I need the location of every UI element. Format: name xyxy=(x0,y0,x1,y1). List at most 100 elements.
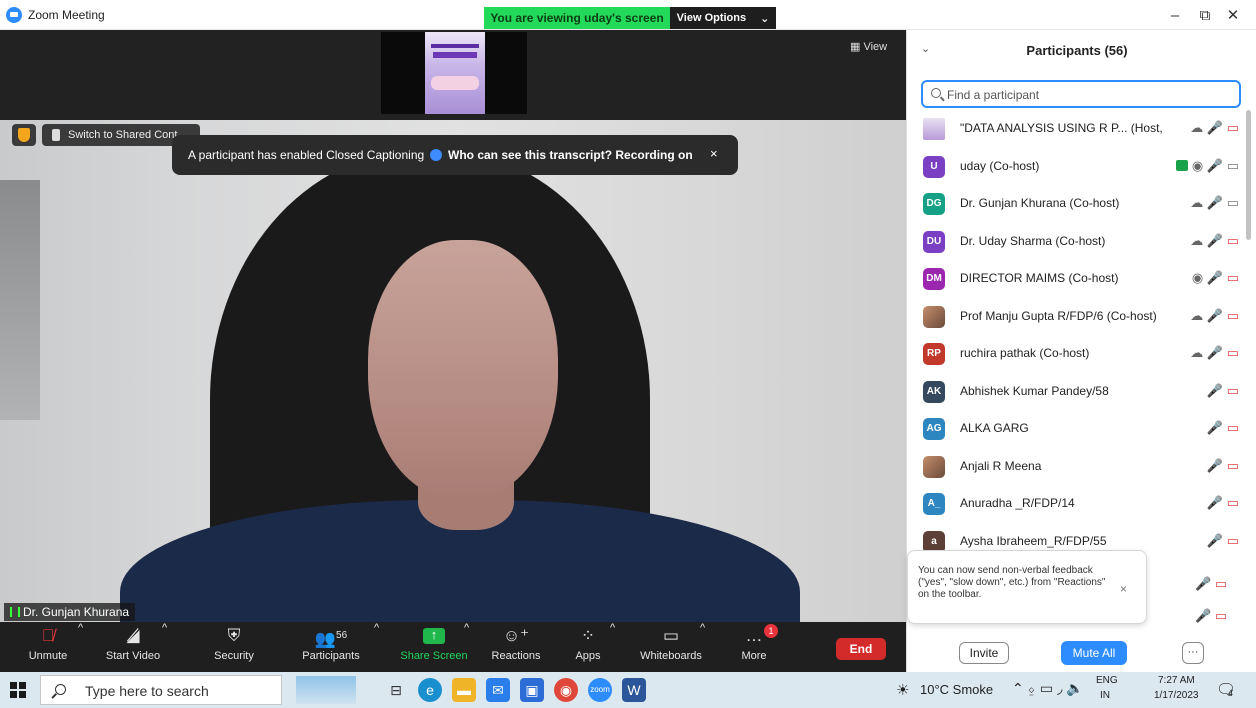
cc-close-button[interactable]: × xyxy=(710,146,718,161)
shared-screen-thumbnail[interactable] xyxy=(381,32,527,114)
avatar: AK xyxy=(923,380,945,403)
restore-button[interactable]: ⧉ xyxy=(1190,6,1220,26)
mic-muted-icon: 🎤 xyxy=(1206,532,1224,548)
clock-date[interactable]: 1/17/2023 xyxy=(1154,690,1199,708)
participant-row[interactable]: RP ruchira pathak (Co-host) ☁ 🎤 ▭ xyxy=(907,335,1247,373)
participant-search[interactable] xyxy=(921,80,1241,108)
chrome-icon[interactable]: ◉ xyxy=(554,678,578,702)
tray-icons[interactable]: ⌃ ⍚ ▭ ◞ 🔈 xyxy=(1012,680,1084,708)
participant-row[interactable]: AG ALKA GARG 🎤 ▭ xyxy=(907,410,1247,448)
chevron-down-icon: ⌄ xyxy=(760,12,770,25)
transcript-info-link[interactable]: Who can see this transcript? Recording o… xyxy=(430,148,693,162)
mail-icon[interactable]: ✉ xyxy=(486,678,510,702)
file-explorer-icon[interactable]: ▬ xyxy=(452,678,476,702)
minimize-button[interactable]: – xyxy=(1160,6,1190,26)
taskbar-search-input[interactable] xyxy=(85,682,275,700)
participant-status-icons: ☁ 🎤 ▭ xyxy=(1190,308,1239,324)
weather-icon: ☀ xyxy=(896,682,910,699)
windows-start-icon[interactable] xyxy=(10,682,26,698)
panel-footer: Invite Mute All ··· xyxy=(907,630,1256,672)
panel-more-button[interactable]: ··· xyxy=(1182,642,1204,664)
start-video-button[interactable]: ◢̸ Start Video xyxy=(100,622,166,672)
speaker-name: Dr. Gunjan Khurana xyxy=(23,605,130,619)
share-options-caret[interactable]: ^ xyxy=(464,622,469,672)
notification-icon[interactable]: 🗨 xyxy=(1216,680,1236,708)
end-meeting-button[interactable]: End xyxy=(836,638,886,660)
participant-status-icons: 🎤 ▭ xyxy=(1207,383,1239,399)
mic-muted-icon: 🎤 xyxy=(1195,608,1212,623)
mic-muted-icon: 🎤 xyxy=(1206,420,1224,435)
participant-name: ruchira pathak (Co-host) xyxy=(960,346,1090,360)
title-bar: Zoom Meeting You are viewing uday's scre… xyxy=(0,0,1256,30)
meeting-control-bar: 🎙̸ Unmute ^ ◢̸ Start Video ^ ⛨ Security … xyxy=(0,622,906,672)
mic-muted-icon: 🎤 xyxy=(1206,157,1224,173)
weather-text[interactable]: 10°C Smoke xyxy=(920,682,993,708)
participant-status-icons: ☁ 🎤 ▭ xyxy=(1190,120,1239,136)
invite-button[interactable]: Invite xyxy=(959,642,1009,664)
whiteboards-button[interactable]: ▭ Whiteboards xyxy=(636,622,706,672)
participants-caret[interactable]: ^ xyxy=(374,622,379,672)
participant-row[interactable]: DG Dr. Gunjan Khurana (Co-host) ☁ 🎤 ▭ xyxy=(907,185,1247,223)
people-icon: 👥56 xyxy=(314,629,348,649)
mic-icon: 🎤 xyxy=(1206,195,1224,210)
participant-status-icons: 🎤 ▭ xyxy=(1195,576,1248,592)
notification-count: 4 xyxy=(1228,688,1234,698)
participant-status-icons: 🎤 ▭ xyxy=(1207,533,1239,549)
transcript-link-label: Who can see this transcript? Recording o… xyxy=(448,148,693,162)
video-options-caret[interactable]: ^ xyxy=(162,622,167,672)
participant-row[interactable]: Prof Manju Gupta R/FDP/6 (Co-host) ☁ 🎤 ▭ xyxy=(907,298,1247,336)
participant-row[interactable]: "DATA ANALYSIS USING R P... (Host, me) ☁… xyxy=(907,110,1247,148)
video-off-icon: ▭ xyxy=(1214,608,1228,623)
participant-row[interactable]: DM DIRECTOR MAIMS (Co-host) ◉ 🎤 ▭ xyxy=(907,260,1247,298)
audio-options-caret[interactable]: ^ xyxy=(78,622,83,672)
video-off-icon: ▭ xyxy=(1226,495,1239,510)
participant-list-scrollbar[interactable] xyxy=(1246,110,1251,240)
apps-caret[interactable]: ^ xyxy=(610,622,615,672)
participant-row[interactable]: A_ Anuradha _R/FDP/14 🎤 ▭ xyxy=(907,485,1247,523)
share-screen-button[interactable]: Share Screen xyxy=(398,622,470,672)
security-shield-icon[interactable] xyxy=(12,124,36,146)
shared-poster-image xyxy=(425,32,485,114)
participant-row[interactable]: Anjali R Meena 🎤 ▭ xyxy=(907,448,1247,486)
unmute-button[interactable]: 🎙̸ Unmute xyxy=(22,622,74,672)
video-off-icon: ▭ xyxy=(1226,420,1239,435)
participant-status-icons: 🎤 ▭ xyxy=(1207,458,1239,474)
windows-taskbar: ⊟ e ▬ ✉ ▣ ◉ zoom W ☀ 10°C Smoke ⌃ ⍚ ▭ ◞ … xyxy=(0,672,1256,708)
mute-all-button[interactable]: Mute All xyxy=(1061,641,1127,665)
store-icon[interactable]: ▣ xyxy=(520,678,544,702)
video-off-icon: ▭ xyxy=(1226,232,1239,248)
view-button[interactable]: ▦ View xyxy=(850,40,887,53)
panel-header: ⌄ Participants (56) xyxy=(907,30,1256,74)
close-window-button[interactable]: ✕ xyxy=(1218,6,1248,26)
participant-name: Abhishek Kumar Pandey/58 xyxy=(960,383,1109,398)
participant-row[interactable]: U uday (Co-host) ◉ 🎤 ▭ xyxy=(907,148,1247,186)
participant-status-icons: ☁ 🎤 ▭ xyxy=(1190,345,1239,361)
participant-row[interactable]: DU Dr. Uday Sharma (Co-host) ☁ 🎤 ▭ xyxy=(907,223,1247,261)
apps-icon: ⁘ xyxy=(580,626,596,645)
cloud-icon: ☁ xyxy=(1190,195,1204,210)
whiteboards-caret[interactable]: ^ xyxy=(700,622,705,672)
participants-count: 56 xyxy=(336,630,348,641)
edge-browser-icon[interactable]: e xyxy=(418,678,442,702)
participant-status-icons: 🎤 ▭ xyxy=(1207,495,1239,511)
apps-button[interactable]: ⁘ Apps xyxy=(570,622,606,672)
record-icon: ◉ xyxy=(1191,270,1204,285)
more-button[interactable]: … More 1 xyxy=(734,622,778,672)
zoom-taskbar-icon[interactable]: zoom xyxy=(588,678,612,702)
reactions-button[interactable]: ☺⁺ Reactions xyxy=(488,622,544,672)
video-off-icon: ▭ xyxy=(1226,270,1239,285)
taskbar-search[interactable] xyxy=(40,675,282,705)
task-view-icon[interactable]: ⊟ xyxy=(384,678,408,702)
participant-search-input[interactable] xyxy=(947,86,1237,104)
view-options-button[interactable]: View Options ⌄ xyxy=(670,7,776,29)
shield-icon: ⛨ xyxy=(227,626,241,645)
share-screen-icon xyxy=(423,626,445,644)
participant-name: Anjali R Meena xyxy=(960,458,1042,473)
widgets-icon[interactable] xyxy=(296,676,356,704)
apps-label: Apps xyxy=(575,650,601,662)
security-button[interactable]: ⛨ Security xyxy=(206,622,262,672)
toast-close-button[interactable]: × xyxy=(1120,583,1127,595)
participant-row[interactable]: AK Abhishek Kumar Pandey/58 🎤 ▭ xyxy=(907,373,1247,411)
participants-button[interactable]: 👥56 Participants xyxy=(296,622,366,672)
word-icon[interactable]: W xyxy=(622,678,646,702)
